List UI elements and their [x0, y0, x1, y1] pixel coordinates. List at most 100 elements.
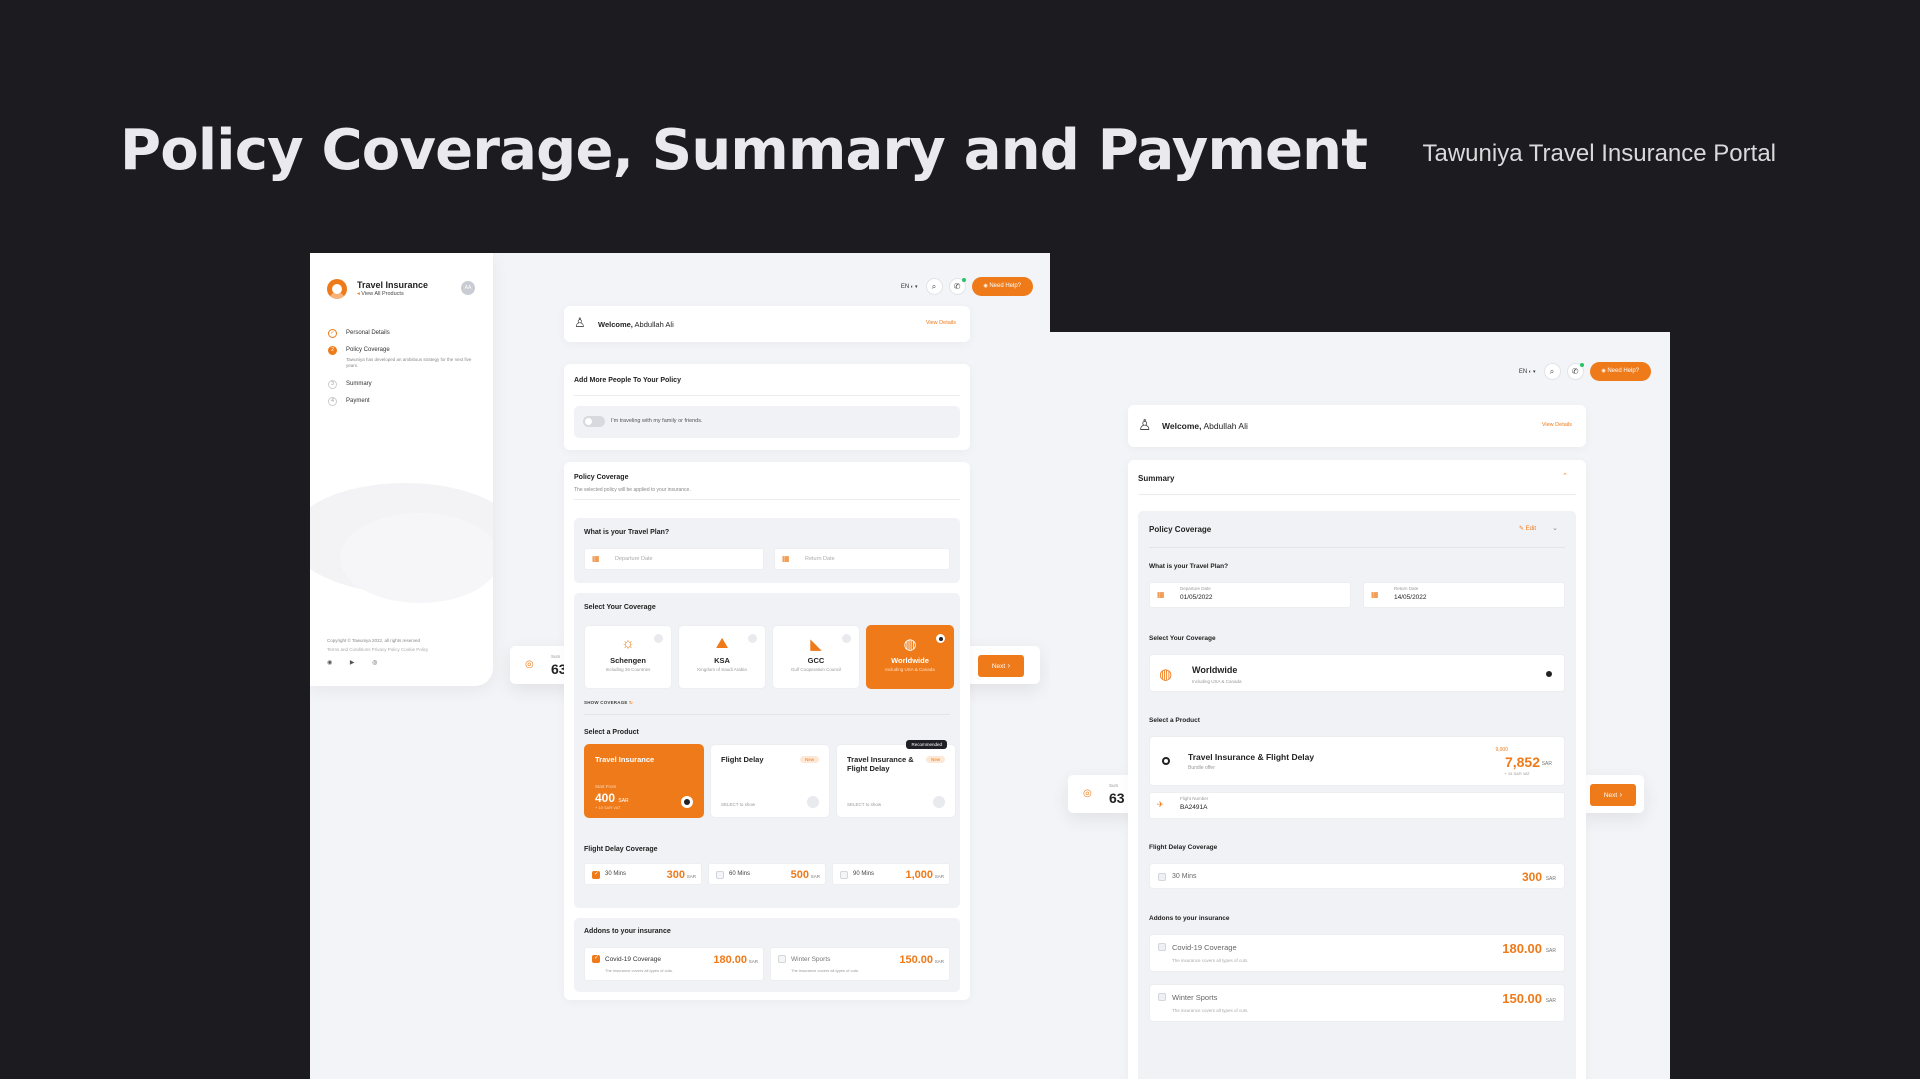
- checkbox[interactable]: [592, 954, 600, 963]
- search-icon[interactable]: ⌕: [1543, 363, 1561, 380]
- delay-option-30[interactable]: 30 Mins 300 SAR: [1149, 863, 1565, 889]
- checkbox[interactable]: [592, 870, 600, 879]
- language-selector[interactable]: EN: [1519, 369, 1536, 375]
- coverage-option-worldwide[interactable]: ◍ Worldwide Including USA & Canada: [1149, 654, 1565, 692]
- flight-number-input[interactable]: ✈ Flight Number BA2491A: [1149, 792, 1565, 819]
- policy-coverage-desc: The selected policy will be applied to y…: [574, 487, 691, 493]
- travel-plan-question: What is your Travel Plan?: [1149, 563, 1229, 570]
- show-coverage-link[interactable]: SHOW COVERAGE: [584, 700, 633, 706]
- divider: [574, 395, 960, 396]
- checkbox[interactable]: [716, 871, 724, 879]
- coverage-option-ksa[interactable]: ⛰ KSA Kingdom of Saudi Arabia: [678, 625, 766, 689]
- recommended-badge: Recommended: [906, 740, 947, 749]
- product-vat: + 15 SAR VAT: [595, 805, 621, 810]
- checkbox[interactable]: [1158, 993, 1166, 1001]
- coverage-radio[interactable]: [1546, 671, 1552, 677]
- social-icons[interactable]: ◉ ▶ ◎: [327, 659, 385, 666]
- return-date-input[interactable]: ▦ Return Date 14/05/2022: [1363, 582, 1565, 608]
- product-travel-flight-delay[interactable]: Travel Insurance & Flight Delay Bundle o…: [1149, 736, 1565, 786]
- addon-winter-sports[interactable]: Winter Sports The insurance covers all t…: [770, 947, 950, 981]
- footer-links[interactable]: Terms and Conditions Privacy Policy Cook…: [327, 647, 428, 652]
- user-name: Abdullah Ali: [1203, 421, 1248, 431]
- welcome-text: Welcome, Abdullah Ali: [1162, 421, 1248, 431]
- view-all-products-link[interactable]: View All Products: [357, 291, 403, 297]
- phone-icon[interactable]: ✆: [948, 278, 966, 295]
- coverage-option-gcc[interactable]: ◣ GCC Gulf Cooperation Council: [772, 625, 860, 689]
- checkbox[interactable]: [778, 955, 786, 963]
- addon-label: Winter Sports: [791, 956, 831, 963]
- user-icon: ♙: [574, 315, 586, 330]
- product-price: 400 SAR: [595, 791, 629, 805]
- coverage-option-schengen[interactable]: ☼ Schengen Including 26 Countries: [584, 625, 672, 689]
- checkbox[interactable]: [840, 871, 848, 879]
- chevron-up-icon[interactable]: ⌃: [1562, 472, 1568, 480]
- addon-winter-sports[interactable]: Winter Sports The insurance covers all t…: [1149, 984, 1565, 1022]
- step-policy-coverage[interactable]: 2 Policy Coverage Tawuniya has developed…: [328, 346, 476, 380]
- product-radio[interactable]: [933, 796, 945, 808]
- coverage-radio[interactable]: [936, 634, 945, 643]
- stepper: ✓ Personal Details 2 Policy Coverage Taw…: [328, 329, 476, 414]
- summary-screen: ◎ Sum 63 Next EN ⌕ ✆ Need Help? ♙ Welcom…: [1050, 332, 1670, 1079]
- flight-delay-title: Flight Delay Coverage: [1149, 844, 1218, 851]
- search-icon[interactable]: ⌕: [925, 278, 943, 295]
- need-help-button[interactable]: Need Help?: [1589, 362, 1651, 381]
- product-travel-flight-delay[interactable]: Recommended Travel Insurance & Flight De…: [836, 740, 956, 818]
- addon-unit: SAR: [934, 959, 944, 964]
- avatar[interactable]: AA: [461, 281, 475, 295]
- delay-option-60[interactable]: 60 Mins 500 SAR: [708, 863, 826, 885]
- need-help-button[interactable]: Need Help?: [971, 277, 1033, 296]
- coverage-name: KSA: [714, 656, 730, 665]
- delay-option-30[interactable]: 30 Mins 300 SAR: [584, 863, 702, 885]
- addon-label: Winter Sports: [1172, 993, 1218, 1002]
- coverage-sub: Including 26 Countries: [605, 667, 651, 672]
- next-button[interactable]: Next: [978, 655, 1024, 677]
- step-personal-details[interactable]: ✓ Personal Details: [328, 329, 476, 346]
- delay-option-90[interactable]: 90 Mins 1,000 SAR: [832, 863, 950, 885]
- checkbox[interactable]: [1158, 873, 1166, 881]
- departure-date-input[interactable]: ▦ Departure Date 01/05/2022: [1149, 582, 1351, 608]
- chevron-down-icon[interactable]: ⌄: [1552, 524, 1558, 532]
- policy-coverage-screen: Travel Insurance View All Products AA ✓ …: [310, 253, 1050, 1079]
- product-flight-delay[interactable]: Flight Delay New SELECT to show: [710, 744, 830, 818]
- step-summary[interactable]: 3 Summary: [328, 380, 476, 397]
- addons-title: Addons to your insurance: [1149, 915, 1230, 922]
- product-radio[interactable]: [807, 796, 819, 808]
- tawuniya-logo-icon: [327, 279, 347, 299]
- phone-icon[interactable]: ✆: [1566, 363, 1584, 380]
- return-date-input[interactable]: ▦ Return Date: [774, 548, 950, 570]
- coverage-option-worldwide[interactable]: ◍ Worldwide Including USA & Canada: [866, 625, 954, 689]
- addon-desc: The insurance covers all types of cuts.: [1172, 1008, 1249, 1013]
- delay-value: 1,000: [905, 869, 933, 881]
- coverage-radio[interactable]: [748, 634, 757, 643]
- step-payment[interactable]: 4 Payment: [328, 397, 476, 414]
- checkbox[interactable]: [1158, 943, 1166, 951]
- view-details-link[interactable]: View Details: [1542, 422, 1572, 428]
- product-radio[interactable]: [1162, 757, 1170, 765]
- addon-covid[interactable]: Covid-19 Coverage The insurance covers a…: [584, 947, 764, 981]
- coverage-product-section: Select Your Coverage ☼ Schengen Includin…: [574, 593, 960, 908]
- delay-unit: SAR: [1545, 876, 1556, 882]
- topbar: EN ⌕ ✆ Need Help?: [1519, 362, 1651, 381]
- addon-unit: SAR: [748, 959, 758, 964]
- coverage-radio[interactable]: [654, 634, 663, 643]
- product-select-hint: SELECT to show: [847, 802, 882, 807]
- copyright-text: Copyright © Tawuniya 2022, all rights re…: [327, 638, 421, 643]
- family-toggle[interactable]: [583, 416, 605, 427]
- addon-covid[interactable]: Covid-19 Coverage The insurance covers a…: [1149, 934, 1565, 972]
- departure-date-input[interactable]: ▦ Departure Date: [584, 548, 764, 570]
- product-travel-insurance[interactable]: Travel Insurance Start From 400 SAR + 15…: [584, 744, 704, 818]
- coverage-radio[interactable]: [842, 634, 851, 643]
- step-label: Personal Details: [346, 330, 390, 336]
- view-details-link[interactable]: View Details: [926, 320, 956, 326]
- policy-coverage-card: Policy Coverage The selected policy will…: [564, 462, 970, 1000]
- coverage-name: GCC: [807, 656, 825, 665]
- product-radio[interactable]: [681, 796, 693, 808]
- addon-desc: The insurance covers all types of cuts.: [791, 968, 860, 973]
- language-selector[interactable]: EN: [901, 284, 918, 290]
- addon-desc: The insurance covers all types of cuts.: [1172, 958, 1249, 963]
- travel-plan-section: What is your Travel Plan? ▦ Departure Da…: [574, 518, 960, 583]
- next-button[interactable]: Next: [1590, 784, 1636, 806]
- product-select-hint: SELECT to show: [721, 802, 756, 807]
- step-number: 2: [328, 346, 337, 355]
- edit-link[interactable]: Edit: [1519, 525, 1536, 532]
